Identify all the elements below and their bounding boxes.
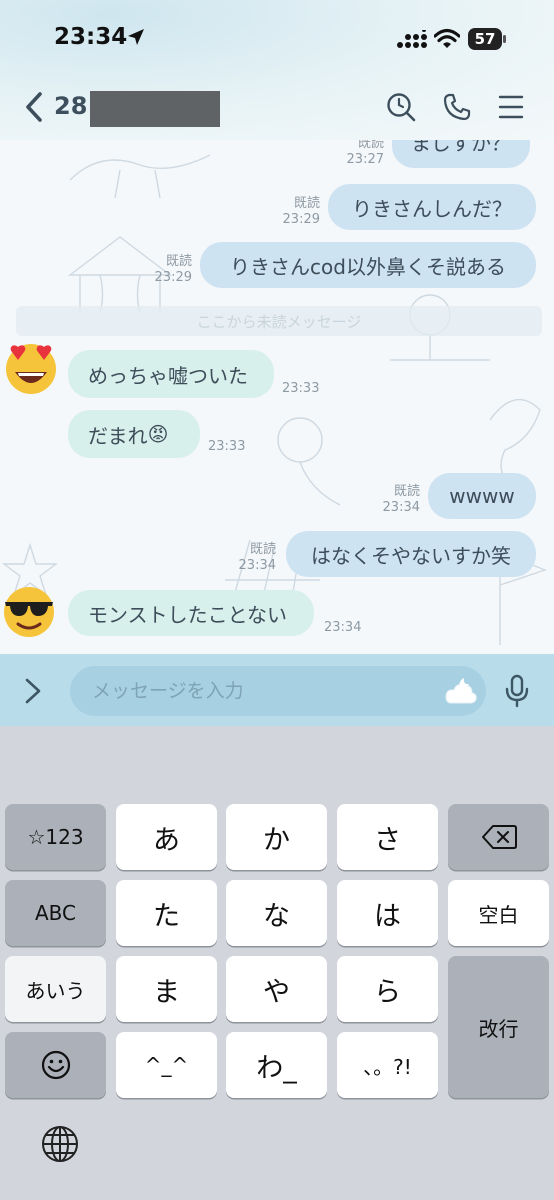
key-ya[interactable]: や [226,956,327,1022]
sticker-moon-icon[interactable] [444,675,478,705]
balloon-decoration [277,417,341,506]
backspace-icon [481,825,517,849]
message-bubble-incoming[interactable]: モンストしたことない [68,590,314,636]
message-time: 23:33 [282,381,320,396]
message-time: 23:33 [208,439,246,454]
heart-eyes-emoji-avatar[interactable] [2,338,60,396]
message-time: 23:34 [324,620,362,635]
read-receipt: 既読 [293,196,320,211]
key-kana-mode[interactable]: あいう [5,956,106,1022]
message-bubble-incoming[interactable]: めっちゃ嘘ついた [68,350,274,398]
key-space[interactable]: 空白 [448,880,549,946]
cellular-signal-icon [397,30,427,48]
read-receipt: 既読 [165,254,192,269]
key-na[interactable]: な [226,880,327,946]
battery-level: 57 [468,28,502,50]
key-ta[interactable]: た [116,880,217,946]
read-receipt: 既読 [393,484,420,499]
message-time: 23:34 [238,558,276,573]
message-bubble-outgoing[interactable]: wwww [428,473,536,519]
key-backspace[interactable] [448,804,549,870]
battery-indicator: 57 [468,28,508,50]
back-chevron-icon[interactable] [22,90,48,124]
message-time: 23:34 [382,500,420,515]
key-emoji[interactable] [5,1032,106,1098]
message-time: 23:27 [346,152,384,167]
message-bubble-outgoing[interactable]: はなくそやないすか笑 [286,531,536,577]
status-time: 23:34 [54,24,128,50]
battery-cap [503,35,506,43]
key-ra[interactable]: ら [337,956,438,1022]
chat-area[interactable]: 既読 23:27 まじすか？ 既読 23:29 りきさんしんだ？ 既読 23:2… [0,140,554,654]
key-ha[interactable]: は [337,880,438,946]
horse-decoration [69,154,211,199]
unread-divider: ここから未読メッセージ [16,306,542,336]
key-return[interactable]: 改行 [448,956,549,1098]
key-numbers-symbols[interactable]: ☆123 [5,804,106,870]
message-bubble-outgoing[interactable]: まじすか？ [392,140,530,168]
microphone-icon[interactable] [504,674,530,708]
message-time: 23:29 [154,270,192,285]
read-receipt: 既読 [249,542,276,557]
emoji-smiley-icon [41,1050,70,1080]
message-time: 23:29 [282,212,320,227]
redacted-name-block [90,91,220,127]
sunglasses-emoji-avatar[interactable] [0,582,58,640]
key-kaomoji[interactable]: ^_^ [116,1032,217,1098]
angry-face-emoji: 😡 [147,422,169,446]
message-bubble-incoming[interactable]: だまれ 😡 [68,410,200,458]
phone-call-icon[interactable] [442,92,472,122]
message-bubble-outgoing[interactable]: りきさんcod以外鼻くそ説ある [200,242,536,288]
globe-icon[interactable] [40,1124,80,1164]
key-a[interactable]: あ [116,804,217,870]
search-clock-icon[interactable] [386,92,416,122]
expand-chevron-icon[interactable] [22,676,44,706]
key-abc[interactable]: ABC [5,880,106,946]
key-ma[interactable]: ま [116,956,217,1022]
message-text: だまれ [88,423,148,448]
message-input[interactable] [70,666,486,716]
chat-title[interactable]: 28 [54,92,87,120]
location-arrow-icon [128,29,144,45]
message-bubble-outgoing[interactable]: りきさんしんだ？ [328,184,536,230]
wifi-icon [434,28,460,48]
key-ka[interactable]: か [226,804,327,870]
key-wa[interactable]: わ_ [226,1032,327,1098]
key-punctuation[interactable]: 、。?! [337,1032,438,1098]
key-sa[interactable]: さ [337,804,438,870]
menu-icon[interactable] [498,94,524,120]
